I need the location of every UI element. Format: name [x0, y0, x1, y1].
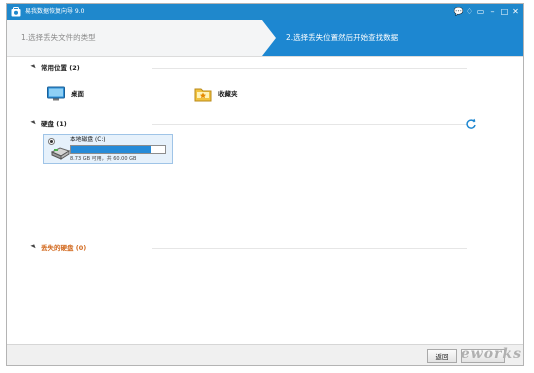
- watermark-text: eworks: [460, 346, 522, 362]
- chat-icon[interactable]: 💬: [453, 4, 464, 20]
- watermark-logo: eworks: [461, 346, 522, 362]
- disk-capacity: 8.73 GB 可用，共 60.00 GB: [70, 156, 137, 162]
- hard-disk-header[interactable]: 硬盘 (1): [7, 118, 477, 130]
- skin-icon[interactable]: ♢: [464, 4, 475, 20]
- disk-item-c[interactable]: 本地磁盘 (C:) 8.73 GB 可用，共 60.00 GB: [43, 134, 173, 164]
- wizard-steps: 1.选择丢失文件的类型 2.选择丢失位置然后开始查找数据: [7, 20, 523, 57]
- title-bar: 易我数据恢复向导 9.0 💬 ♢ ▭ – □ ✕: [7, 4, 523, 20]
- window-title: 易我数据恢复向导 9.0: [25, 8, 85, 15]
- step-2-label: 2.选择丢失位置然后开始查找数据: [286, 33, 399, 42]
- divider: [152, 68, 467, 69]
- disk-usage-fill: [71, 146, 152, 153]
- lost-disk-label: 丢失的硬盘 (0): [41, 244, 87, 252]
- close-button[interactable]: ✕: [510, 4, 521, 20]
- favorites-folder-icon: [194, 88, 212, 102]
- common-locations-label: 常用位置 (2): [41, 64, 80, 72]
- location-desktop[interactable]: 桌面: [47, 84, 117, 104]
- step-1[interactable]: 1.选择丢失文件的类型: [7, 20, 277, 56]
- divider: [152, 248, 467, 249]
- common-locations-header[interactable]: 常用位置 (2): [7, 62, 477, 74]
- collapse-arrow-icon: [30, 64, 36, 70]
- refresh-icon[interactable]: [465, 118, 477, 130]
- step-1-label: 1.选择丢失文件的类型: [21, 33, 96, 42]
- app-logo-icon: [11, 7, 21, 17]
- minimize-button[interactable]: –: [487, 4, 498, 20]
- app-window: 易我数据恢复向导 9.0 💬 ♢ ▭ – □ ✕ 1.选择丢失文件的类型 2.选…: [6, 3, 524, 366]
- favorites-label: 收藏夹: [218, 90, 238, 98]
- lost-disk-header[interactable]: 丢失的硬盘 (0): [7, 242, 477, 254]
- maximize-button[interactable]: □: [499, 4, 510, 20]
- divider: [152, 124, 467, 125]
- step-2-active: 2.选择丢失位置然后开始查找数据: [262, 20, 523, 56]
- disk-name: 本地磁盘 (C:): [70, 137, 106, 143]
- location-favorites[interactable]: 收藏夹: [194, 84, 274, 104]
- collapse-arrow-icon: [30, 244, 36, 250]
- collapse-arrow-icon: [30, 120, 36, 126]
- desktop-label: 桌面: [71, 90, 84, 98]
- feedback-icon[interactable]: ▭: [475, 4, 486, 20]
- back-button[interactable]: 返回: [427, 349, 457, 363]
- footer-bar: 返回: [7, 344, 523, 365]
- hard-disk-label: 硬盘 (1): [41, 120, 67, 128]
- hard-drive-icon: [50, 147, 70, 160]
- desktop-icon: [47, 86, 65, 101]
- disk-usage-bar: [70, 145, 166, 154]
